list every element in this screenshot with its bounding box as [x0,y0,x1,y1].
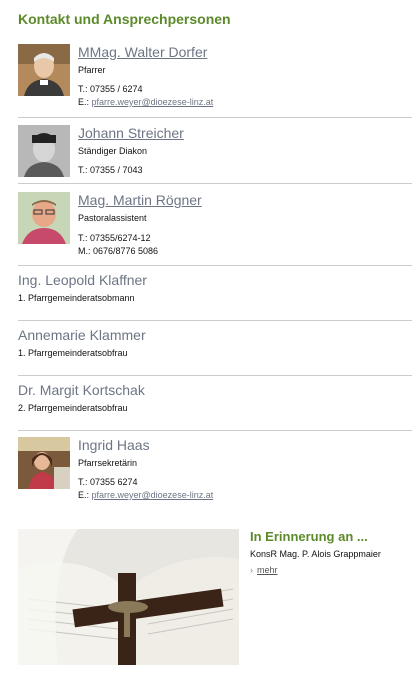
contact-mobile: M.: 0676/8776 5086 [78,246,159,256]
contact-phone: T.: 07355 6274 [78,477,138,487]
contact-card: Dr. Margit Kortschak 2. Pfarrgemeinderat… [18,382,412,418]
contact-card: MMag. Walter Dorfer Pfarrer T.: 07355 / … [18,44,412,114]
separator [18,265,412,266]
contact-card: Ing. Leopold Klaffner 1. Pfarrgemeindera… [18,272,412,308]
section-title: Kontakt und Ansprechpersonen [18,11,231,27]
contact-role: 1. Pfarrgemeinderatsobfrau [18,348,128,358]
separator [18,117,412,118]
contact-name-link[interactable]: MMag. Walter Dorfer [78,44,207,60]
contact-role: Pastoralassistent [78,213,147,223]
email-prefix: E.: [78,490,92,500]
contact-photo[interactable] [18,44,70,96]
contact-name: Annemarie Klammer [18,327,146,343]
contact-name-link[interactable]: Mag. Martin Rögner [78,192,202,208]
contact-photo[interactable] [18,125,70,177]
email-prefix: E.: [78,97,92,107]
separator [18,430,412,431]
contact-card: Johann Streicher Ständiger Diakon T.: 07… [18,125,412,181]
contact-role: 1. Pfarrgemeinderatsobmann [18,293,135,303]
contact-role: Pfarrer [78,65,106,75]
memorial-more: › mehr [250,565,278,575]
contact-role: 2. Pfarrgemeinderatsobfrau [18,403,128,413]
contact-name-link[interactable]: Johann Streicher [78,125,184,141]
contact-phone: T.: 07355 / 6274 [78,84,143,94]
contact-email-line: E.: pfarre.weyer@dioezese-linz.at [78,97,213,107]
contact-name: Ingrid Haas [78,437,150,453]
contact-email-link[interactable]: pfarre.weyer@dioezese-linz.at [92,490,214,500]
memorial-title: In Erinnerung an ... [250,529,368,544]
contact-name: Dr. Margit Kortschak [18,382,145,398]
contact-name: Ing. Leopold Klaffner [18,272,147,288]
contact-role: Ständiger Diakon [78,146,148,156]
contact-card: Ingrid Haas Pfarrsekretärin T.: 07355 62… [18,437,412,507]
contact-phone: T.: 07355 / 7043 [78,165,143,175]
contact-card: Annemarie Klammer 1. Pfarrgemeinderatsob… [18,327,412,363]
memorial-text: KonsR Mag. P. Alois Grappmaier [250,549,381,559]
chevron-right-icon: › [250,565,253,575]
more-link[interactable]: mehr [257,565,278,575]
contact-email-line: E.: pfarre.weyer@dioezese-linz.at [78,490,213,500]
separator [18,183,412,184]
contact-phone: T.: 07355/6274-12 [78,233,151,243]
contact-card: Mag. Martin Rögner Pastoralassistent T.:… [18,192,412,260]
memorial-image[interactable] [18,529,239,665]
contact-photo[interactable] [18,437,70,489]
separator [18,320,412,321]
contact-role: Pfarrsekretärin [78,458,138,468]
contact-email-link[interactable]: pfarre.weyer@dioezese-linz.at [92,97,214,107]
separator [18,375,412,376]
contact-photo[interactable] [18,192,70,244]
